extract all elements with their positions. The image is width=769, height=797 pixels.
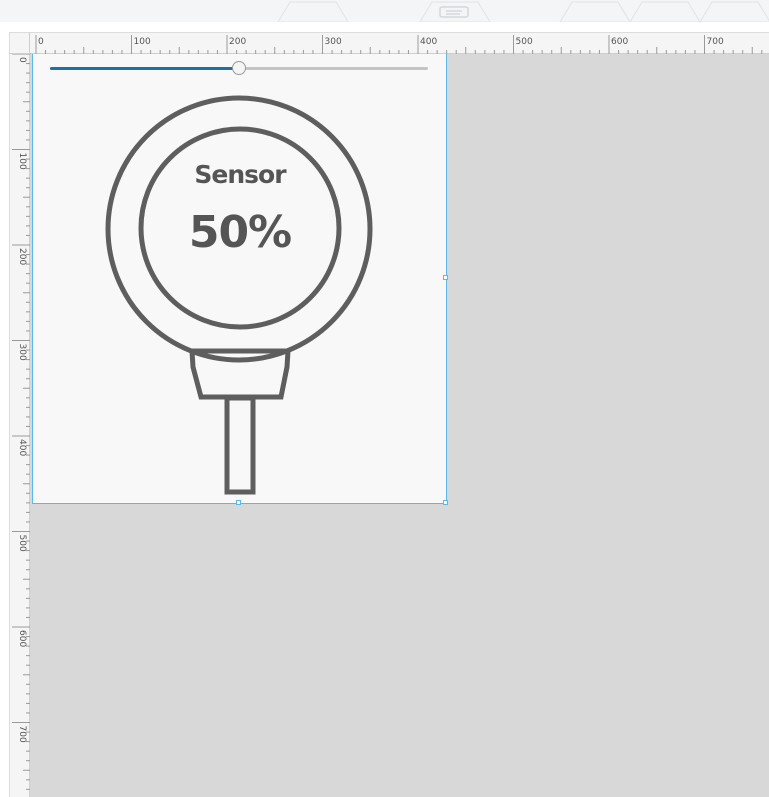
- ruler-label: 700: [17, 726, 27, 743]
- slider-fill: [50, 67, 239, 70]
- ruler-label: 400: [17, 439, 27, 456]
- sensor-title: Sensor: [194, 160, 286, 189]
- ruler-label: 100: [134, 37, 151, 47]
- print-icon[interactable]: [439, 6, 469, 18]
- ruler-label: 100: [17, 153, 27, 170]
- top-toolbar: [0, 0, 769, 23]
- ruler-label: 500: [17, 535, 27, 552]
- ruler-label: 500: [516, 37, 533, 47]
- ruler-label: 0: [38, 37, 44, 47]
- ruler-label: 600: [611, 37, 628, 47]
- ruler-label: 300: [17, 344, 27, 361]
- vertical-ruler: 0 100 200 300 400 500 600 700: [9, 32, 31, 797]
- sensor-gauge: [105, 95, 373, 495]
- ruler-label: 400: [420, 37, 437, 47]
- resize-handle-right[interactable]: [443, 275, 448, 280]
- horizontal-ruler: 0 100 200 300 400 500 600 700: [30, 32, 769, 55]
- slider-thumb[interactable]: [232, 61, 246, 75]
- ruler-label: 200: [229, 37, 246, 47]
- ruler-label: 600: [17, 630, 27, 647]
- ruler-label: 0: [17, 57, 27, 63]
- ruler-corner: [9, 32, 30, 54]
- ruler-label: 300: [325, 37, 342, 47]
- ruler-label: 200: [17, 248, 27, 265]
- toolbar-separator: [0, 22, 769, 32]
- ruler-label: 700: [707, 37, 724, 47]
- gauge-probe: [224, 395, 256, 495]
- resize-handle-bottom-right[interactable]: [443, 500, 448, 505]
- sensor-value: 50%: [188, 207, 292, 258]
- resize-handle-bottom[interactable]: [236, 500, 241, 505]
- toolbar-decoration: [277, 1, 769, 22]
